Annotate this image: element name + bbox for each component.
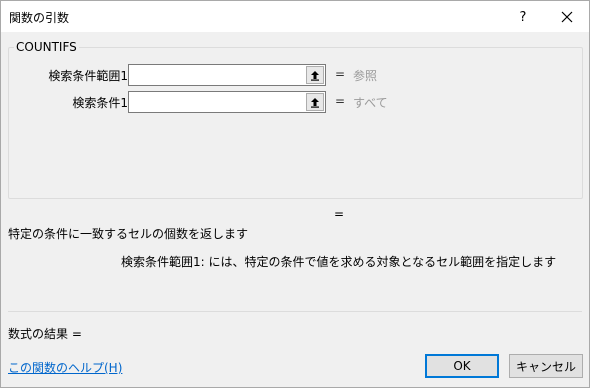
formula-result: 数式の結果 = <box>8 327 82 341</box>
function-arguments-dialog: 関数の引数 ? COUNTIFS 検索条件範囲1 = 参照 検索条件1 = すべ… <box>0 0 590 388</box>
cancel-button[interactable]: キャンセル <box>509 354 583 378</box>
criteria1-input[interactable] <box>129 92 305 112</box>
argument-row: 検索条件1 = すべて <box>9 91 582 113</box>
close-button[interactable] <box>550 5 584 29</box>
criteria1-field[interactable] <box>128 91 326 113</box>
help-button[interactable]: ? <box>506 5 540 29</box>
collapse-dialog-button[interactable] <box>306 93 324 111</box>
function-description: 特定の条件に一致するセルの個数を返します <box>8 227 249 241</box>
argument-row: 検索条件範囲1 = 参照 <box>9 64 582 86</box>
criteria-range1-field[interactable] <box>128 64 326 86</box>
argument-result: 参照 <box>353 69 378 83</box>
function-help-link[interactable]: この関数のヘルプ(H) <box>8 359 122 376</box>
question-mark-icon: ? <box>519 9 527 25</box>
close-icon <box>561 11 573 23</box>
equals-sign: = <box>335 94 346 108</box>
criteria-range1-input[interactable] <box>129 65 305 85</box>
collapse-arrow-icon <box>311 97 319 108</box>
dialog-title: 関数の引数 <box>9 11 70 25</box>
collapse-dialog-button[interactable] <box>306 66 324 84</box>
title-bar: 関数の引数 ? <box>1 1 589 32</box>
argument-description: 検索条件範囲1: には、特定の条件で値を求める対象となるセル範囲を指定します <box>121 255 557 269</box>
ok-button[interactable]: OK <box>425 354 499 378</box>
function-arguments-group: COUNTIFS 検索条件範囲1 = 参照 検索条件1 = すべて <box>8 40 583 199</box>
argument-label: 検索条件範囲1 <box>48 69 128 83</box>
collapse-arrow-icon <box>311 70 319 81</box>
function-name: COUNTIFS <box>14 40 79 54</box>
argument-result: すべて <box>353 96 388 110</box>
divider <box>8 311 582 312</box>
function-result-equals: = <box>334 207 345 221</box>
equals-sign: = <box>335 67 346 81</box>
argument-label: 検索条件1 <box>72 96 128 110</box>
